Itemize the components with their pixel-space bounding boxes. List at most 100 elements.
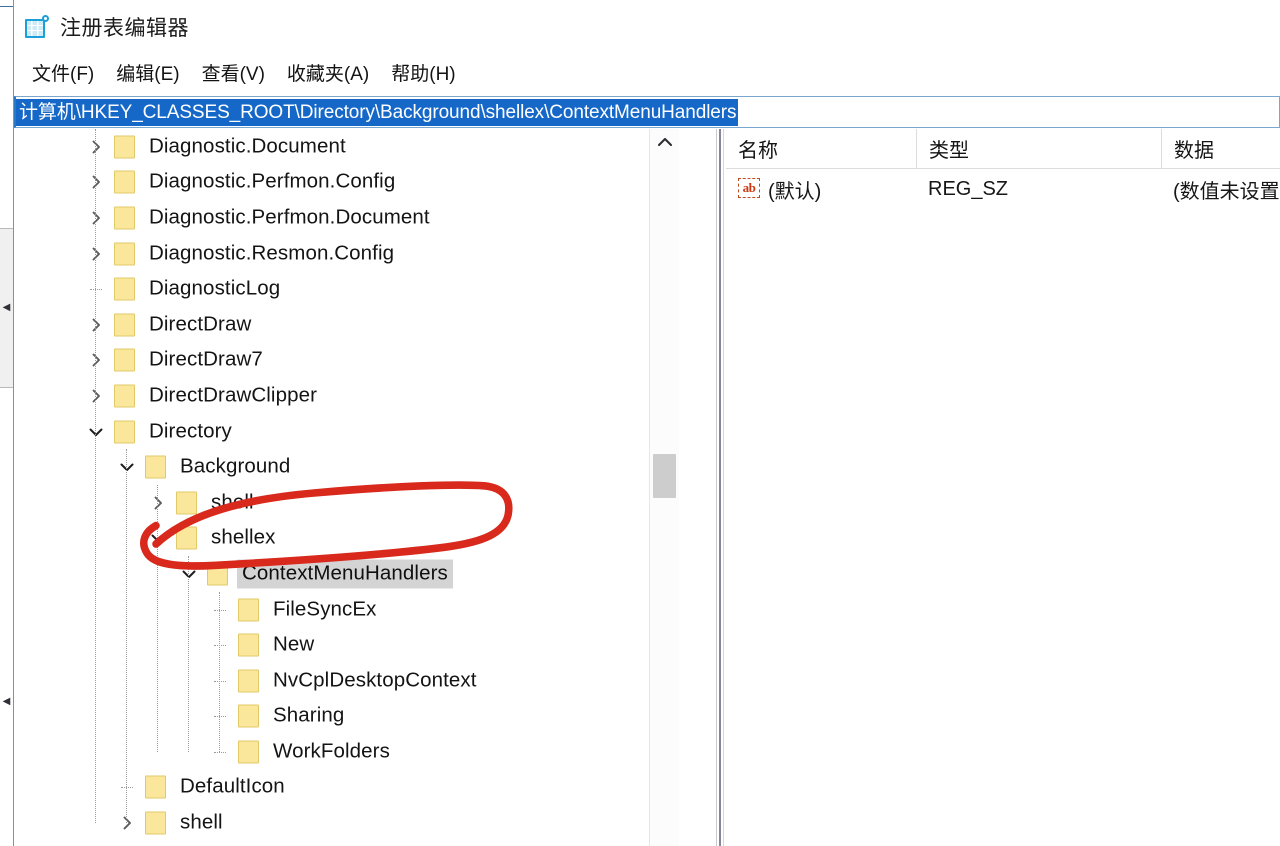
background-window-edge: ◀ ◀ <box>0 0 14 846</box>
menu-favorites[interactable]: 收藏夹(A) <box>277 57 381 88</box>
column-header-type[interactable]: 类型 <box>916 129 1161 168</box>
tree-node-label[interactable]: Diagnostic.Document <box>144 132 351 161</box>
address-bar-path[interactable]: 计算机\HKEY_CLASSES_ROOT\Directory\Backgrou… <box>16 98 739 126</box>
chevron-down-icon[interactable] <box>117 457 137 477</box>
registry-editor-icon <box>24 14 50 40</box>
tree-guide-line <box>214 609 226 611</box>
tree-guide-line <box>90 289 102 291</box>
chevron-right-icon[interactable] <box>86 208 106 228</box>
folder-icon <box>145 455 169 480</box>
tree-node-label[interactable]: DirectDraw <box>144 310 256 339</box>
tree-node[interactable]: Sharing <box>14 699 679 735</box>
tree-node[interactable]: DiagnosticLog <box>14 271 679 307</box>
registry-tree[interactable]: Diagnostic.Document Diagnostic.Perfmon.Co… <box>14 129 679 841</box>
chevron-right-icon[interactable] <box>117 813 137 833</box>
string-value-icon: ab <box>738 178 762 200</box>
tree-node[interactable]: Diagnostic.Perfmon.Config <box>14 165 679 201</box>
chevron-down-icon[interactable] <box>86 422 106 442</box>
column-header-name[interactable]: 名称 <box>726 129 916 168</box>
tree-vertical-scrollbar[interactable] <box>649 129 679 846</box>
menu-file[interactable]: 文件(F) <box>22 57 106 88</box>
tree-node[interactable]: DirectDraw <box>14 307 679 343</box>
folder-icon <box>114 134 138 159</box>
tree-node[interactable]: Background <box>14 449 679 485</box>
tree-node[interactable]: DirectDraw7 <box>14 343 679 379</box>
chevron-down-icon[interactable] <box>148 528 168 548</box>
value-type-cell: REG_SZ <box>928 177 1009 200</box>
chevron-right-icon[interactable] <box>86 386 106 406</box>
background-left-arrow-icon-2: ◀ <box>2 696 11 707</box>
folder-icon <box>176 490 200 515</box>
tree-node-label[interactable]: Diagnostic.Perfmon.Document <box>144 203 435 232</box>
tree-node-label[interactable]: NvCplDesktopContext <box>268 666 482 695</box>
tree-node-label[interactable]: DirectDraw7 <box>144 346 268 375</box>
chevron-right-icon[interactable] <box>86 137 106 157</box>
tree-node[interactable]: ContextMenuHandlers <box>14 556 679 592</box>
tree-node[interactable]: DefaultIcon <box>14 770 679 806</box>
folder-icon <box>145 775 169 800</box>
value-name-cell[interactable]: ab (默认) <box>738 169 821 209</box>
tree-node-label[interactable]: Sharing <box>268 702 349 731</box>
table-row[interactable]: ab (默认) REG_SZ (数值未设置 <box>726 169 1280 209</box>
tree-node[interactable]: Diagnostic.Document <box>14 129 679 165</box>
folder-icon <box>238 739 262 764</box>
title-bar-content: 注册表编辑器 <box>24 12 189 42</box>
tree-node[interactable]: New <box>14 627 679 663</box>
chevron-right-icon[interactable] <box>86 244 106 264</box>
content-area: Diagnostic.Document Diagnostic.Perfmon.Co… <box>14 129 1280 846</box>
chevron-right-icon[interactable] <box>86 172 106 192</box>
title-bar: 注册表编辑器 <box>14 0 1280 52</box>
tree-node-label[interactable]: Directory <box>144 417 237 446</box>
folder-icon <box>145 811 169 836</box>
tree-node-label[interactable]: DirectDrawClipper <box>144 381 322 410</box>
registry-tree-pane[interactable]: Diagnostic.Document Diagnostic.Perfmon.Co… <box>14 129 679 846</box>
regedit-main-window: 注册表编辑器 文件(F) 编辑(E) 查看(V) 收藏夹(A) 帮助(H) 计算… <box>14 0 1280 846</box>
column-header-data[interactable]: 数据 <box>1161 129 1280 168</box>
tree-guide-line <box>95 129 96 824</box>
tree-node-label[interactable]: Diagnostic.Perfmon.Config <box>144 168 400 197</box>
tree-node[interactable]: NvCplDesktopContext <box>14 663 679 699</box>
tree-node-label[interactable]: New <box>268 631 319 660</box>
tree-node-label[interactable]: shellex <box>206 524 281 553</box>
tree-node[interactable]: Directory <box>14 414 679 450</box>
tree-node-label[interactable]: shell <box>206 488 259 517</box>
tree-guide-line <box>157 485 158 752</box>
address-bar[interactable]: 计算机\HKEY_CLASSES_ROOT\Directory\Backgrou… <box>14 96 1280 128</box>
page-title: 注册表编辑器 <box>60 17 189 40</box>
scroll-thumb[interactable] <box>653 454 676 498</box>
folder-icon <box>238 668 262 693</box>
menu-view[interactable]: 查看(V) <box>192 57 277 88</box>
tree-node[interactable]: shellex <box>14 521 679 557</box>
tree-node-label[interactable]: DefaultIcon <box>175 773 290 802</box>
tree-node[interactable]: FileSyncEx <box>14 592 679 628</box>
tree-guide-line <box>214 645 226 647</box>
chevron-right-icon[interactable] <box>86 315 106 335</box>
registry-values-pane[interactable]: 名称 类型 数据 ab (默认) REG_SZ (数值未设置 <box>726 129 1280 846</box>
tree-node-label[interactable]: shell <box>175 809 228 838</box>
folder-icon <box>114 312 138 337</box>
tree-node-label[interactable]: ContextMenuHandlers <box>237 559 453 589</box>
chevron-right-icon[interactable] <box>148 493 168 513</box>
background-window-titlebar-edge <box>0 0 13 7</box>
folder-icon <box>207 561 231 586</box>
scroll-up-arrow-icon[interactable] <box>650 129 679 155</box>
tree-node[interactable]: DirectDrawClipper <box>14 378 679 414</box>
chevron-right-icon[interactable] <box>86 350 106 370</box>
registry-editor-window: ◀ ◀ 注册表编辑器 文件(F) 编辑(E) 查看(V) 收藏夹(A) 帮助(H… <box>0 0 1280 846</box>
tree-node-label[interactable]: Diagnostic.Resmon.Config <box>144 239 399 268</box>
chevron-down-icon[interactable] <box>179 564 199 584</box>
pane-splitter[interactable] <box>714 129 726 846</box>
folder-icon <box>114 419 138 444</box>
tree-node[interactable]: shell <box>14 805 679 841</box>
tree-node-label[interactable]: FileSyncEx <box>268 595 382 624</box>
tree-node-label[interactable]: Background <box>175 453 295 482</box>
tree-node[interactable]: WorkFolders <box>14 734 679 770</box>
tree-node-label[interactable]: WorkFolders <box>268 737 395 766</box>
menu-help[interactable]: 帮助(H) <box>381 57 467 88</box>
menu-edit[interactable]: 编辑(E) <box>106 57 191 88</box>
tree-node[interactable]: shell <box>14 485 679 521</box>
folder-icon <box>238 633 262 658</box>
tree-node-label[interactable]: DiagnosticLog <box>144 275 285 304</box>
tree-node[interactable]: Diagnostic.Resmon.Config <box>14 236 679 272</box>
tree-node[interactable]: Diagnostic.Perfmon.Document <box>14 200 679 236</box>
